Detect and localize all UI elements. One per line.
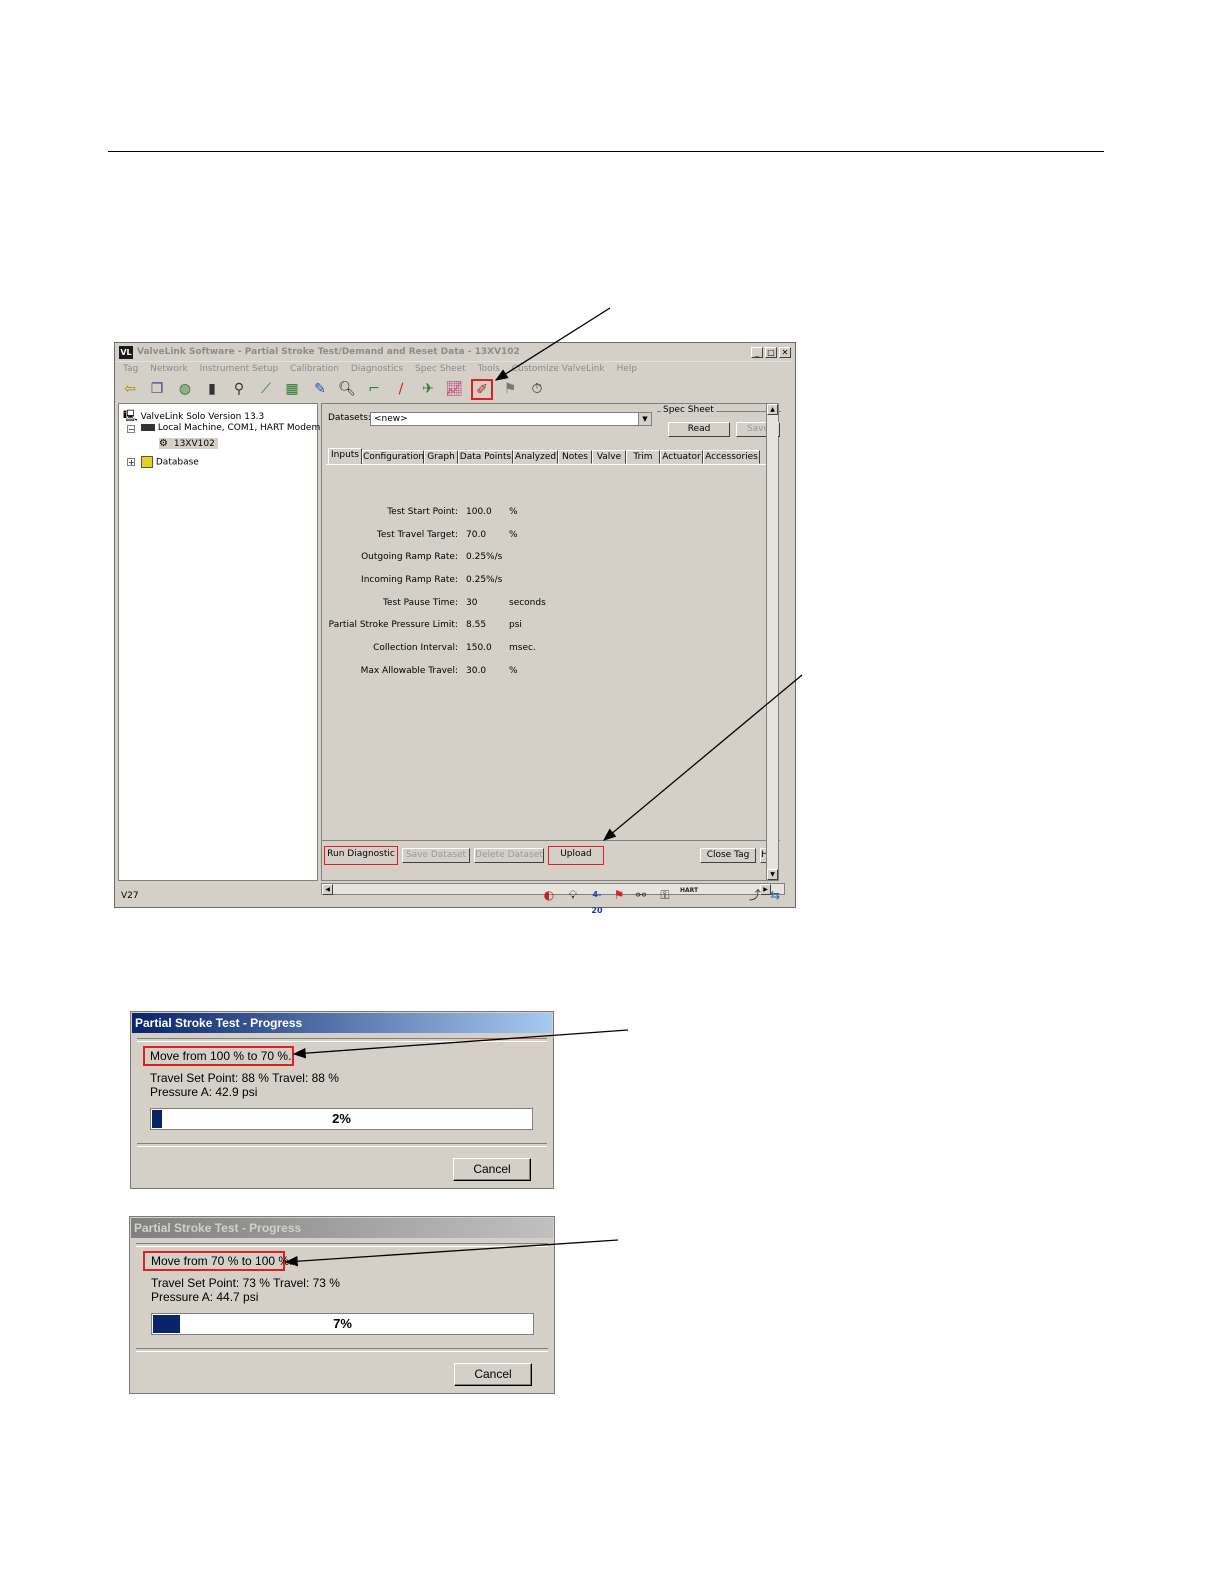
arrow-to-upload-button bbox=[603, 674, 803, 841]
arrow-to-toolbar-icon bbox=[494, 307, 611, 381]
arrow-to-move-text-2 bbox=[284, 1239, 619, 1267]
arrow-to-move-text-1 bbox=[292, 1029, 629, 1059]
callout-arrows bbox=[284, 307, 803, 1267]
